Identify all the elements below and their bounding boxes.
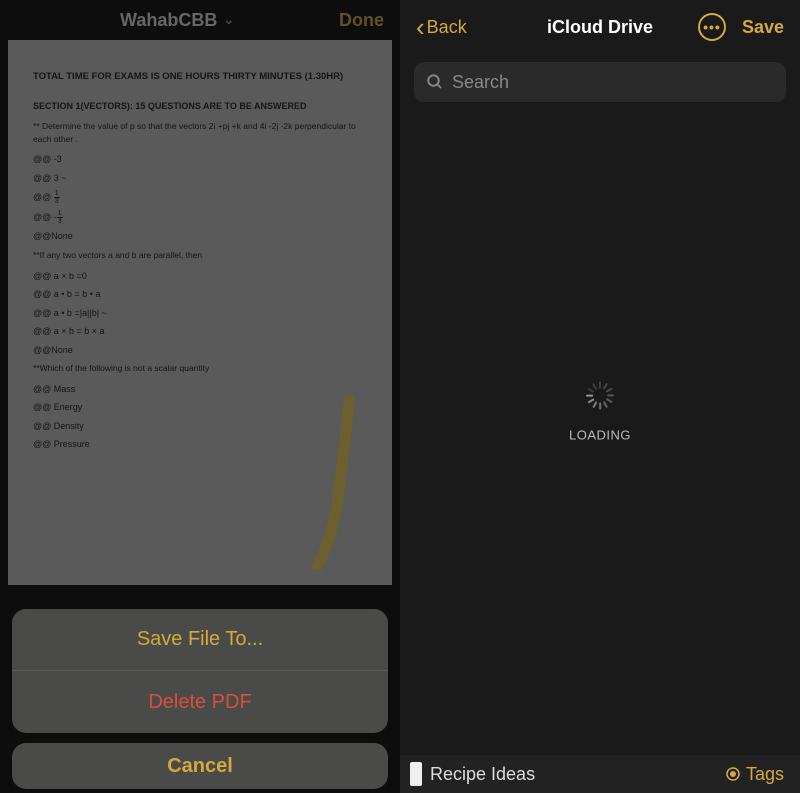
bottom-bar: Recipe Ideas Tags bbox=[400, 755, 800, 793]
tags-label: Tags bbox=[746, 764, 784, 785]
save-button[interactable]: Save bbox=[742, 17, 784, 38]
header: ‹ Back iCloud Drive ••• Save bbox=[400, 0, 800, 54]
cancel-button[interactable]: Cancel bbox=[12, 743, 388, 789]
search-input[interactable]: Search bbox=[414, 62, 786, 102]
document-icon bbox=[410, 762, 422, 786]
action-sheet: Save File To... Delete PDF Cancel bbox=[0, 609, 400, 793]
back-label: Back bbox=[427, 17, 467, 38]
page-title: iCloud Drive bbox=[547, 17, 653, 38]
more-options-icon[interactable]: ••• bbox=[698, 13, 726, 41]
loading-indicator: LOADING bbox=[569, 382, 631, 443]
tag-icon bbox=[724, 765, 742, 783]
save-file-to-button[interactable]: Save File To... bbox=[12, 609, 388, 671]
tags-button[interactable]: Tags bbox=[724, 764, 784, 785]
chevron-left-icon: ‹ bbox=[416, 14, 425, 40]
recent-folder[interactable]: Recipe Ideas bbox=[410, 762, 535, 786]
search-placeholder: Search bbox=[452, 72, 509, 93]
delete-pdf-button[interactable]: Delete PDF bbox=[12, 671, 388, 733]
search-icon bbox=[426, 73, 444, 91]
folder-name: Recipe Ideas bbox=[430, 764, 535, 785]
back-button[interactable]: ‹ Back bbox=[416, 14, 467, 40]
spinner-icon bbox=[586, 382, 614, 410]
loading-text: LOADING bbox=[569, 428, 631, 443]
